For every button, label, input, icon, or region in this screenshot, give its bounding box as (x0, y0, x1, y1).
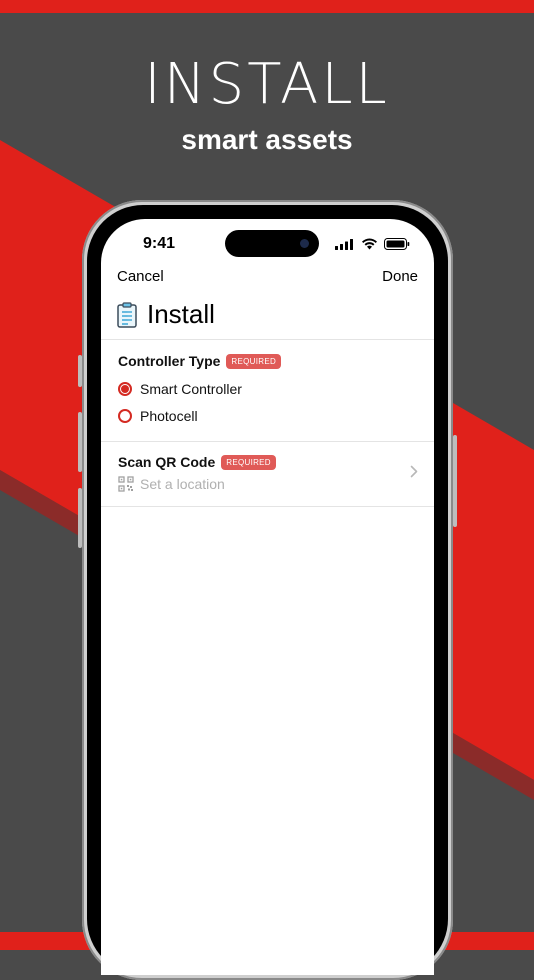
radio-label: Photocell (140, 408, 198, 424)
camera-dot-icon (300, 239, 309, 248)
scan-qr-row[interactable]: Scan QR Code REQUIRED Set a location (101, 441, 434, 506)
phone-bezel: 9:41 Cancel Done Install Controller Type… (87, 205, 448, 975)
wifi-icon (362, 238, 377, 250)
hero-title: INSTALL (144, 52, 390, 117)
radio-option-smart-controller[interactable]: Smart Controller (118, 381, 242, 397)
status-time: 9:41 (143, 235, 176, 252)
phone-mute-switch (78, 355, 82, 387)
required-badge: REQUIRED (221, 454, 276, 470)
radio-label: Smart Controller (140, 381, 242, 397)
radio-selected-icon[interactable] (118, 382, 132, 396)
chevron-right-icon (410, 465, 418, 478)
phone-volume-down (78, 488, 82, 548)
scan-qr-placeholder: Set a location (140, 476, 225, 492)
qr-code-icon (118, 476, 134, 492)
header-divider (101, 339, 434, 340)
hero-subtitle: smart assets (181, 124, 353, 155)
done-button[interactable]: Done (382, 268, 418, 285)
dynamic-island (225, 230, 319, 257)
cancel-button[interactable]: Cancel (117, 268, 164, 285)
page-title-row: Install (117, 299, 215, 330)
scan-qr-label: Scan QR Code (118, 454, 216, 470)
controller-type-header: Controller Type REQUIRED (118, 353, 282, 369)
clipboard-icon (117, 301, 137, 328)
phone-volume-up (78, 412, 82, 472)
cellular-signal-icon (335, 238, 353, 250)
scan-qr-header: Scan QR Code REQUIRED (118, 454, 276, 470)
phone-power-button (453, 435, 457, 527)
radio-option-photocell[interactable]: Photocell (118, 408, 198, 424)
controller-type-label: Controller Type (118, 353, 221, 369)
page-title: Install (147, 299, 215, 329)
scan-qr-subtitle: Set a location (118, 476, 225, 492)
battery-icon (384, 238, 410, 250)
phone-screen: 9:41 Cancel Done Install Controller Type… (101, 219, 434, 975)
section-divider (101, 506, 434, 507)
phone-frame: 9:41 Cancel Done Install Controller Type… (78, 200, 457, 980)
radio-unselected-icon[interactable] (118, 409, 132, 423)
required-badge: REQUIRED (226, 353, 282, 369)
status-icons (335, 238, 410, 250)
